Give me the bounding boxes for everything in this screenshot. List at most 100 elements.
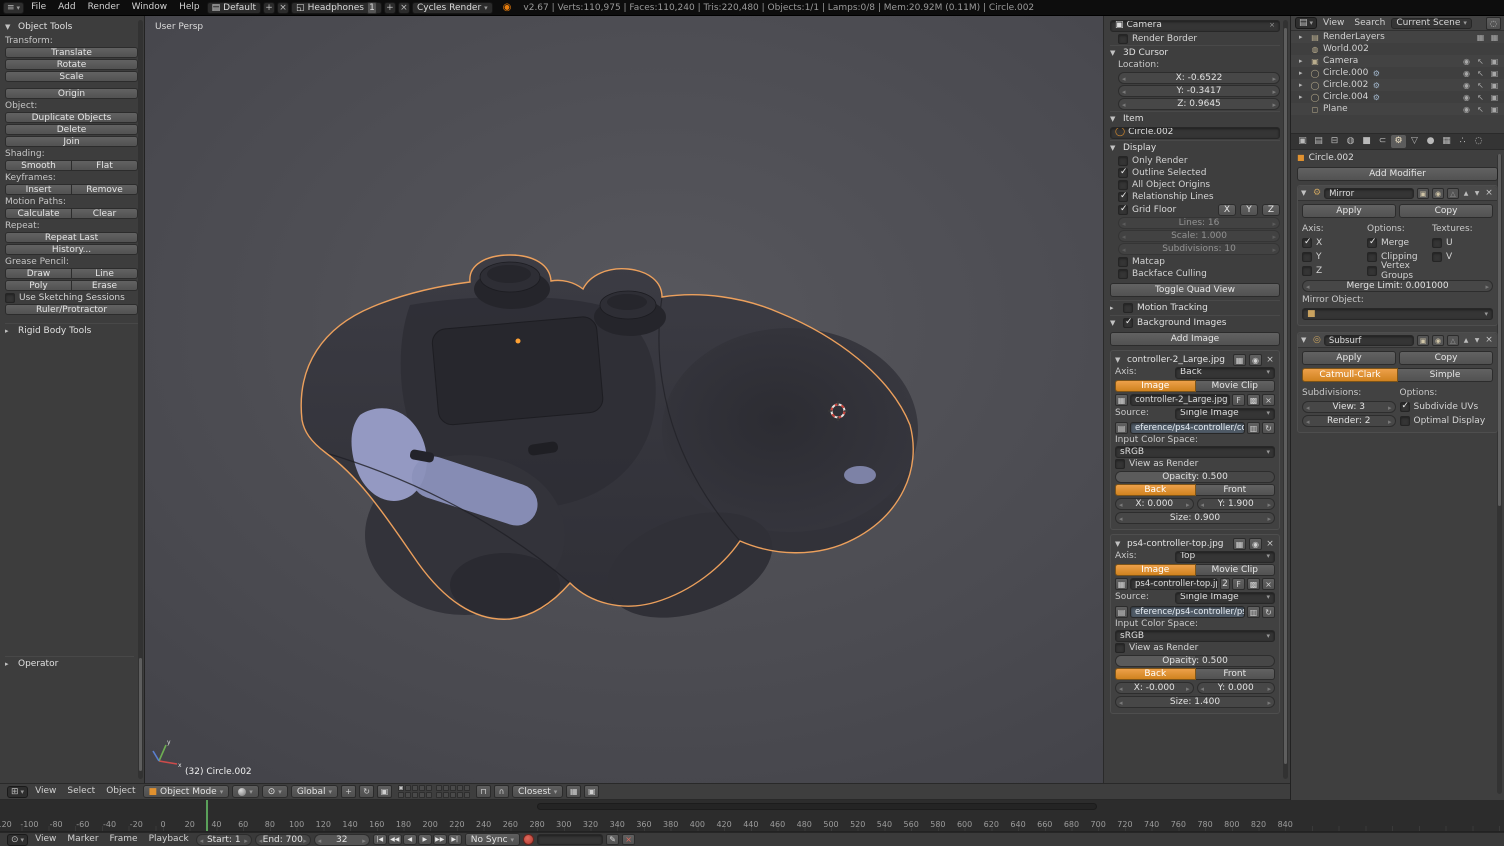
tool-button-translate[interactable]: Translate [5,47,138,58]
layer-cell[interactable] [436,785,442,791]
tool-button-history[interactable]: History... [5,244,138,255]
layer-cell[interactable] [419,785,425,791]
axis-y-checkbox[interactable]: Y [1302,251,1363,263]
add-modifier-dropdown[interactable]: Add Modifier [1297,167,1498,181]
tool-button-erase[interactable]: Erase [72,280,138,291]
auto-keyframe-record-button[interactable] [523,834,534,845]
size-field[interactable]: Size: 0.900 [1115,512,1275,524]
texture-u-checkbox[interactable]: U [1432,237,1493,249]
mode-dropdown[interactable]: ■ Object Mode ▾ [143,785,230,798]
tool-button-draw[interactable]: Draw [5,268,72,279]
collapse-icon[interactable]: ▼ [1115,540,1124,548]
edit-mode-icon[interactable]: △ [1447,188,1459,199]
layer-cell[interactable] [419,792,425,798]
layer-cell[interactable] [443,785,449,791]
outliner-item-world-002[interactable]: ◍World.002 [1291,43,1504,55]
controller-model[interactable] [260,235,940,635]
simple-button[interactable]: Simple [1398,368,1493,382]
menu-add[interactable]: Add [53,0,80,15]
back-button[interactable]: Back [1115,484,1196,496]
backface-culling-checkbox[interactable]: Backface Culling [1118,268,1280,280]
grid-lines-field[interactable]: Lines: 16 [1118,217,1280,229]
add-scene-button[interactable]: + [384,2,396,14]
axis-dropdown[interactable]: Top▾ [1175,551,1275,563]
optimal-display-checkbox[interactable]: Optimal Display [1400,415,1494,427]
layers-widget[interactable] [398,785,470,798]
insert-keyframe-icon[interactable]: ✎ [606,834,619,845]
viewport-visibility-icon[interactable]: ◉ [1432,335,1444,346]
opacity-slider[interactable]: Opacity: 0.500 [1115,655,1275,667]
tab-object[interactable]: ■ [1359,135,1374,148]
menu-file[interactable]: File [26,0,51,15]
image-name-field[interactable]: ps4-controller-top.jpg [1130,578,1218,590]
layer-cell[interactable] [464,792,470,798]
axis-x-checkbox[interactable]: X [1302,237,1363,249]
file-path-field[interactable]: eference/ps4-controller/ps4-controller-t… [1130,606,1245,618]
colorspace-dropdown[interactable]: sRGB▾ [1115,446,1275,458]
menu-help[interactable]: Help [174,0,205,15]
properties-scrollbar[interactable] [1497,154,1502,794]
3d-viewport[interactable]: User Persp [145,16,1290,783]
object-tools-panel-header[interactable]: ▼ Object Tools [5,19,138,34]
copy-button[interactable]: Copy [1399,351,1493,365]
tab-particles[interactable]: ∴ [1455,135,1470,148]
pointer-toggle-icon[interactable]: ↖ [1475,69,1486,78]
operator-panel-header[interactable]: ▸ Operator [5,656,134,671]
camera-field[interactable]: ▣ Camera × [1110,20,1280,32]
menu-window[interactable]: Window [127,0,173,15]
users-count[interactable]: 2 [1220,578,1230,590]
menu-object[interactable]: Object [102,784,139,799]
scene-users-count[interactable]: 1 [367,2,377,14]
menu-playback[interactable]: Playback [145,833,193,846]
screen-layout-selector[interactable]: ▤ Default [207,2,261,14]
eye-toggle-icon[interactable]: ◉ [1461,69,1472,78]
toggle-quad-view-button[interactable]: Toggle Quad View [1110,283,1280,297]
eye-toggle-icon[interactable]: ◉ [1461,93,1472,102]
file-browse-icon[interactable]: ▥ [1247,422,1260,434]
cam-toggle-icon[interactable]: ▣ [1489,93,1500,102]
tool-button-duplicate-objects[interactable]: Duplicate Objects [5,112,138,123]
cam-toggle-icon[interactable]: ▣ [1489,69,1500,78]
pointer-toggle-icon[interactable]: ↖ [1475,93,1486,102]
collapse-icon[interactable]: ▼ [1301,189,1310,197]
tab-world[interactable]: ◍ [1343,135,1358,148]
jump-to-start-button[interactable]: |◀ [373,834,387,845]
colorspace-dropdown[interactable]: sRGB▾ [1115,630,1275,642]
source-dropdown[interactable]: Single Image▾ [1175,592,1275,604]
layer-cell[interactable] [436,792,442,798]
offset-y-field[interactable]: Y: 1.900 [1197,498,1276,510]
play-reverse-button[interactable]: ◀ [403,834,417,845]
tab-constraints[interactable]: ⊂ [1375,135,1390,148]
back-button[interactable]: Back [1115,668,1196,680]
cursor-y-field[interactable]: Y: -0.3417 [1118,85,1280,97]
current-frame-line[interactable] [206,800,208,831]
delete-modifier-icon[interactable]: × [1484,335,1494,345]
front-button[interactable]: Front [1196,484,1276,496]
outliner-item-plane[interactable]: ◻Plane◉↖▣ [1291,103,1504,115]
layer-cell[interactable] [450,792,456,798]
lock-icon[interactable]: ⊓ [476,785,491,798]
axis-z-checkbox[interactable]: Z [1302,265,1363,277]
layer-cell[interactable] [405,785,411,791]
view-subdivisions-field[interactable]: View: 3 [1302,401,1396,413]
offset-x-field[interactable]: X: -0.000 [1115,682,1194,694]
end-frame-field[interactable]: End: 700 [255,834,311,846]
cam-toggle-icon[interactable]: ▣ [1489,105,1500,114]
image-toggle-icon[interactable]: ▦ [1489,33,1500,42]
front-button[interactable]: Front [1196,668,1276,680]
close-layout-button[interactable]: × [277,2,289,14]
render-visibility-icon[interactable]: ▣ [1417,335,1429,346]
layer-cell[interactable] [457,792,463,798]
tab-material[interactable]: ● [1423,135,1438,148]
scene-selector[interactable]: ◱ Headphones 1 [291,2,382,14]
image-icon[interactable]: ▦ [1233,354,1246,366]
rigid-body-tools-panel-header[interactable]: ▸ Rigid Body Tools [5,323,138,338]
subdivide-uvs-checkbox[interactable]: Subdivide UVs [1400,401,1494,413]
pointer-toggle-icon[interactable]: ↖ [1475,105,1486,114]
image-toggle-icon[interactable]: ▦ [1475,33,1486,42]
modifier-name-field[interactable]: Subsurf [1324,335,1414,346]
npanel-scrollbar[interactable] [1283,20,1288,779]
eye-icon[interactable]: ◉ [1249,538,1262,550]
close-scene-button[interactable]: × [398,2,410,14]
outliner-item-camera[interactable]: ▸▣Camera◉↖▣ [1291,55,1504,67]
